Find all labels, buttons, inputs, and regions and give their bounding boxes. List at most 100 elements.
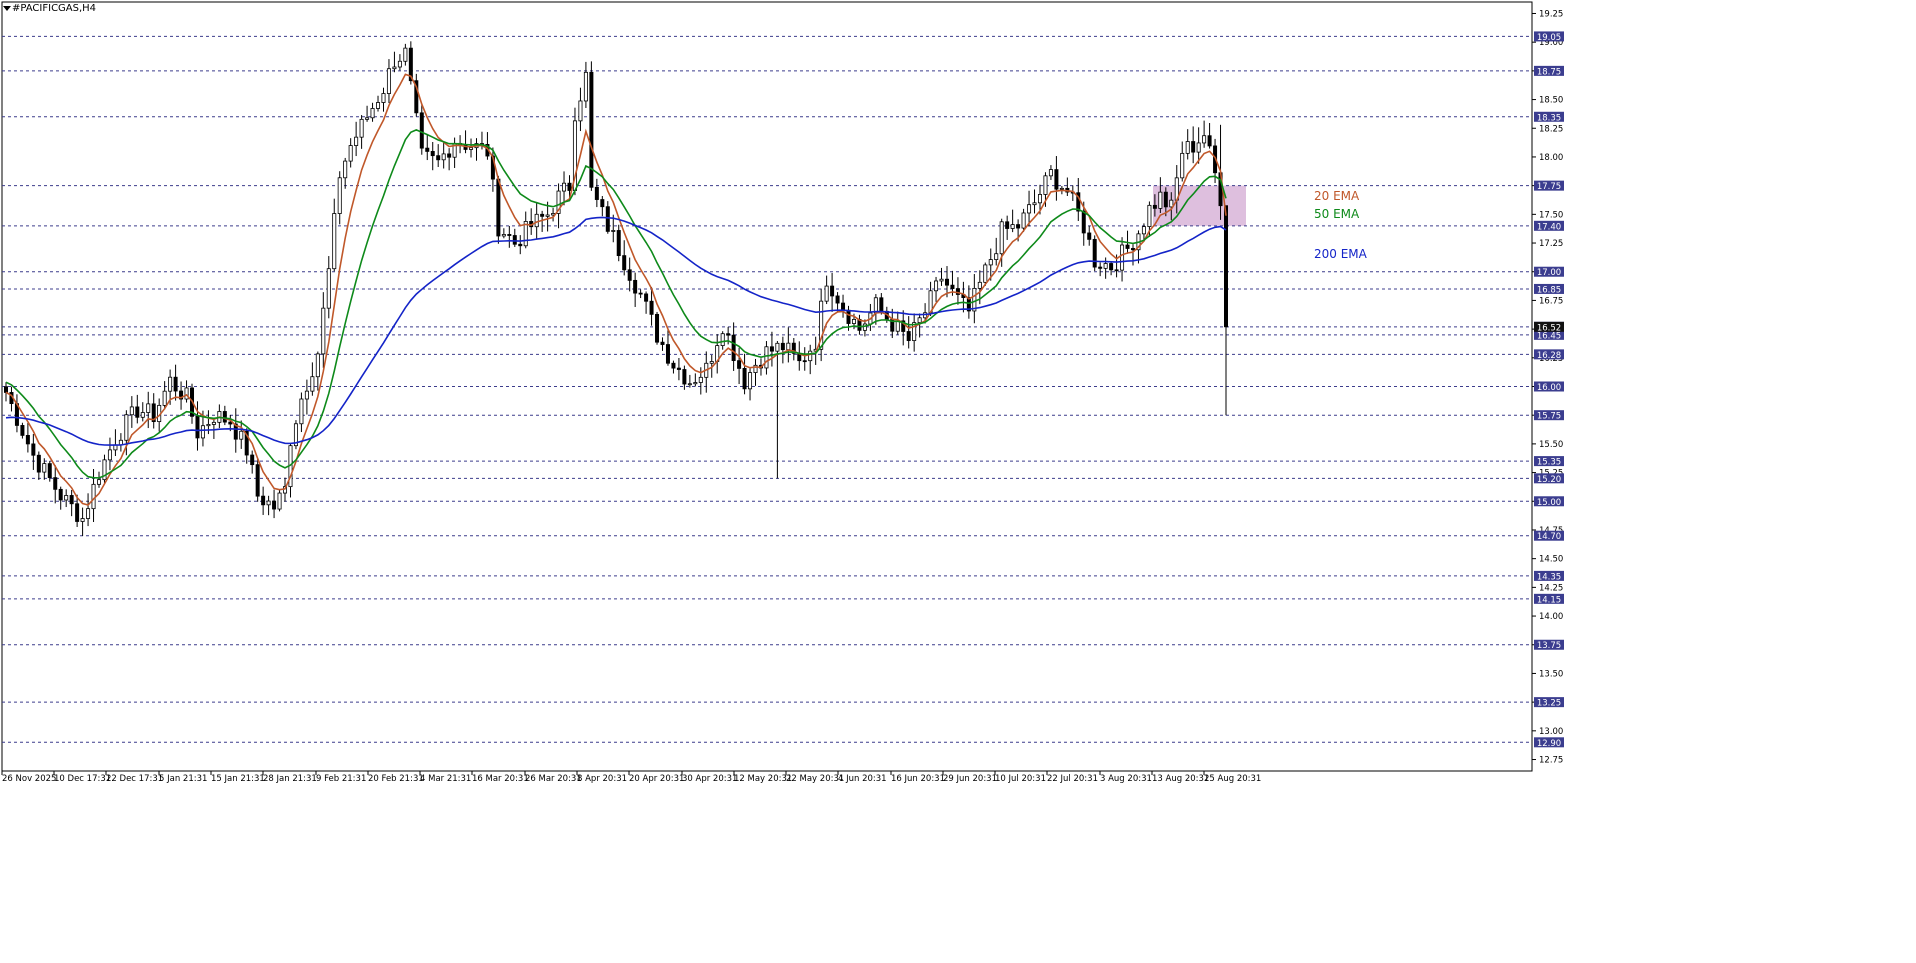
candle-body [1163, 191, 1168, 208]
candle [748, 367, 753, 401]
candle [436, 144, 441, 168]
candle [392, 51, 397, 73]
chart-window[interactable]: #PACIFICGAS,H4 19.2519.0018.7518.5018.25… [0, 0, 1916, 963]
candle [633, 272, 638, 307]
candle-body [731, 334, 736, 362]
level-badge-label: 15.75 [1537, 412, 1561, 422]
candle-body [69, 495, 74, 505]
candle [594, 178, 599, 208]
candle-body [999, 221, 1004, 255]
candle-body [261, 495, 266, 506]
price-tick-label: 17.50 [1539, 210, 1563, 220]
candle [955, 277, 960, 305]
time-tick-label: 8 Apr 20:31 [577, 774, 627, 784]
time-tick-label: 22 Dec 17:31 [106, 774, 163, 784]
candle-body [365, 117, 370, 120]
candle-body [562, 182, 567, 192]
candle [1087, 225, 1092, 246]
price-tick-label: 14.50 [1539, 555, 1563, 565]
candle-body [693, 382, 698, 385]
candle-body [616, 230, 621, 257]
candle [819, 288, 824, 362]
candle [715, 334, 720, 374]
level-lines [2, 35, 1532, 743]
candle [1120, 237, 1125, 282]
candle [797, 341, 802, 371]
candle-body [1032, 202, 1037, 206]
candle [129, 396, 134, 428]
candle-body [1130, 248, 1135, 251]
candle-body [1087, 232, 1092, 240]
candle [14, 394, 19, 433]
candle [835, 292, 840, 312]
candle [304, 379, 309, 415]
candle-body [687, 383, 692, 386]
candle-body [1147, 204, 1152, 228]
candle-body [1098, 266, 1103, 269]
candle-body [917, 317, 922, 324]
candle-body [58, 488, 63, 501]
candle-body [851, 318, 856, 324]
candle [36, 451, 41, 480]
time-tick-label: 10 Jul 20:31 [995, 774, 1046, 784]
candle [583, 61, 588, 109]
candle [589, 61, 594, 191]
candle-body [775, 342, 780, 352]
candle-body [272, 500, 277, 510]
candle [359, 115, 364, 149]
candle-body [184, 387, 189, 400]
candle [430, 142, 435, 171]
candle-body [146, 403, 151, 413]
candle-body [321, 307, 326, 355]
candle [64, 489, 69, 508]
candle-body [611, 230, 616, 232]
time-tick-label: 4 Jun 20:31 [838, 774, 887, 784]
candle-body [627, 269, 632, 281]
candle [507, 225, 512, 248]
candle [463, 130, 468, 154]
candle [20, 422, 25, 439]
candle [529, 208, 534, 235]
candle [742, 353, 747, 395]
candle [622, 240, 627, 276]
candle-body [1180, 152, 1185, 179]
candle-body [605, 206, 610, 232]
candle [901, 310, 906, 346]
candle [250, 450, 255, 474]
candle-body [583, 71, 588, 102]
candle-body [140, 412, 145, 418]
candle-body [1191, 141, 1196, 153]
candle [841, 294, 846, 318]
candle [687, 374, 692, 388]
candle [644, 291, 649, 314]
candle-body [895, 320, 900, 332]
candle [961, 281, 966, 313]
candle [354, 121, 359, 157]
level-badge-label: 16.00 [1537, 383, 1561, 393]
candle [808, 344, 813, 375]
candle-body [1005, 221, 1010, 229]
candle [1109, 261, 1114, 276]
candle-body [107, 449, 112, 461]
price-tick-label: 18.25 [1539, 124, 1563, 134]
candle [1207, 123, 1212, 149]
level-badge-label: 15.00 [1537, 498, 1561, 508]
level-badge-label: 18.35 [1537, 113, 1561, 123]
candle-body [91, 483, 96, 510]
candle [895, 311, 900, 335]
price-chart[interactable]: 19.2519.0018.7518.5018.2518.0017.7517.50… [0, 0, 1916, 963]
price-tick-label: 12.75 [1539, 756, 1563, 766]
candle [720, 331, 725, 350]
candle [381, 87, 386, 112]
candle [912, 313, 917, 352]
candle [310, 362, 315, 396]
time-tick-label: 22 Jul 20:31 [1047, 774, 1098, 784]
candle-body [1016, 224, 1021, 229]
candle-body [1125, 244, 1130, 249]
time-tick-label: 15 Jan 21:31 [211, 774, 265, 784]
candle [107, 437, 112, 471]
time-tick-label: 26 Nov 2025 [2, 774, 56, 784]
candle-body [1021, 212, 1026, 229]
candle-body [343, 160, 348, 179]
candle-body [950, 284, 955, 289]
